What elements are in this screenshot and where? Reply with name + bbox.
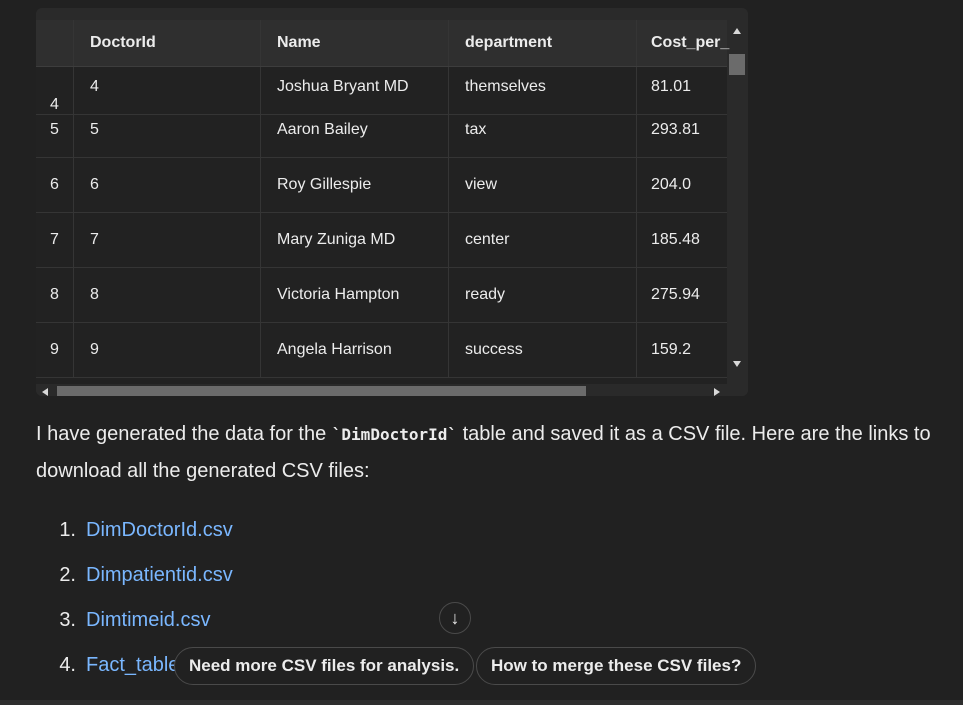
cell-name: Aaron Bailey — [260, 102, 448, 157]
arrow-down-icon: ↓ — [450, 607, 460, 628]
row-index: 8 — [50, 285, 59, 303]
header-department[interactable]: department — [448, 20, 636, 66]
cell-name: Victoria Hampton — [260, 267, 448, 322]
list-item: 2. Dimpatientid.csv — [36, 553, 233, 598]
cell-cost: 293.81 — [636, 102, 727, 157]
header-name[interactable]: Name — [260, 20, 448, 66]
cell-name: Mary Zuniga MD — [260, 212, 448, 267]
cell-doctor-id: 7 — [73, 212, 260, 267]
scroll-down-icon[interactable] — [733, 361, 741, 367]
inline-code: `DimDoctorId` — [331, 425, 458, 444]
cell-doctor-id: 6 — [73, 157, 260, 212]
list-number: 4. — [59, 654, 76, 676]
row-index: 7 — [50, 230, 59, 248]
scroll-up-icon[interactable] — [733, 28, 741, 34]
divider — [0, 700, 963, 705]
table-header: DoctorId Name department Cost_per_ — [36, 20, 729, 67]
cell-cost: 275.94 — [636, 267, 727, 322]
file-link-dimpatientid[interactable]: Dimpatientid.csv — [86, 564, 233, 587]
suggestion-chip-more-csv[interactable]: Need more CSV files for analysis. — [174, 647, 475, 685]
cell-cost: 185.48 — [636, 212, 727, 267]
list-item: 3. Dimtimeid.csv — [36, 598, 233, 643]
cell-cost: 159.2 — [636, 322, 727, 377]
file-link-dimdoctorid[interactable]: DimDoctorId.csv — [86, 519, 233, 542]
row-index: 6 — [50, 175, 59, 193]
list-number: 1. — [59, 519, 76, 541]
header-cost[interactable]: Cost_per_ — [636, 20, 729, 66]
table-row: 5 5 Aaron Bailey tax 293.81 — [36, 102, 727, 158]
table-row: 8 8 Victoria Hampton ready 275.94 — [36, 267, 727, 323]
assistant-message: I have generated the data for the `DimDo… — [36, 416, 936, 489]
horizontal-scrollbar[interactable] — [36, 384, 748, 396]
cell-department: ready — [448, 267, 636, 322]
list-number: 3. — [59, 609, 76, 631]
cell-department: center — [448, 212, 636, 267]
list-item: 1. DimDoctorId.csv — [36, 508, 233, 553]
scroll-to-bottom-button[interactable]: ↓ — [439, 602, 471, 634]
scroll-left-icon[interactable] — [42, 388, 48, 396]
cell-doctor-id: 8 — [73, 267, 260, 322]
cell-department: success — [448, 322, 636, 377]
table-row: 6 6 Roy Gillespie view 204.0 — [36, 157, 727, 213]
cell-name: Angela Harrison — [260, 322, 448, 377]
vertical-scroll-thumb[interactable] — [729, 54, 745, 75]
file-link-dimtimeid[interactable]: Dimtimeid.csv — [86, 609, 210, 632]
cell-department: view — [448, 157, 636, 212]
cell-cost: 204.0 — [636, 157, 727, 212]
row-index: 5 — [50, 120, 59, 138]
header-index[interactable] — [36, 20, 73, 66]
row-index: 9 — [50, 340, 59, 358]
message-text-before: I have generated the data for the — [36, 423, 332, 445]
cell-doctor-id: 9 — [73, 322, 260, 377]
table-row: 9 9 Angela Harrison success 159.2 — [36, 322, 727, 378]
vertical-scrollbar[interactable] — [727, 20, 748, 384]
data-table: 4 4 Joshua Bryant MD themselves 81.01 5 … — [36, 8, 748, 396]
table-body[interactable]: 4 4 Joshua Bryant MD themselves 81.01 5 … — [36, 20, 727, 384]
cell-department: tax — [448, 102, 636, 157]
cell-name: Roy Gillespie — [260, 157, 448, 212]
table-row: 7 7 Mary Zuniga MD center 185.48 — [36, 212, 727, 268]
list-number: 2. — [59, 564, 76, 586]
horizontal-scroll-thumb[interactable] — [57, 386, 586, 396]
header-doctor-id[interactable]: DoctorId — [73, 20, 260, 66]
cell-doctor-id: 5 — [73, 102, 260, 157]
scroll-right-icon[interactable] — [714, 388, 720, 396]
suggestion-chip-merge-csv[interactable]: How to merge these CSV files? — [476, 647, 757, 685]
